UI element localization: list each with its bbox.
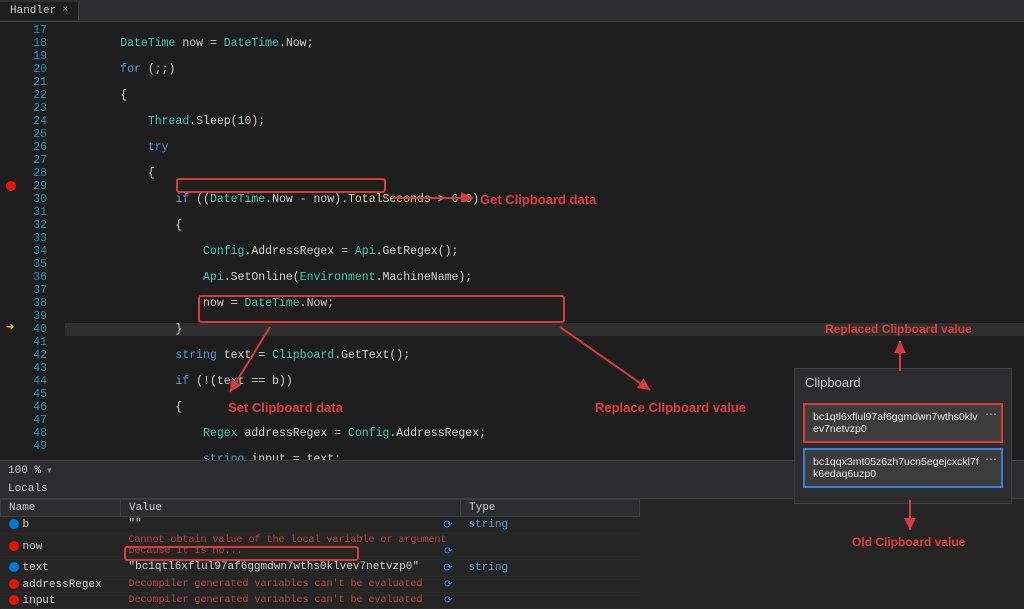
error-icon [9, 541, 19, 551]
line-number: 20 [0, 63, 47, 76]
tab-title: Handler [10, 5, 56, 17]
clipboard-entry-new[interactable]: bc1qtl6xflul97af6ggmdwn7wths0klvev7netvz… [803, 403, 1003, 443]
refresh-icon[interactable]: ⟳ [443, 561, 452, 575]
variable-name: input [23, 595, 56, 607]
line-number: 41 [0, 336, 47, 349]
line-number: 49 [0, 440, 47, 453]
zoom-dropdown-icon[interactable]: ▾ [47, 466, 52, 476]
line-number: 22 [0, 89, 47, 102]
line-number: 18 [0, 37, 47, 50]
line-number: 38 [0, 297, 47, 310]
line-number: 21 [0, 76, 47, 89]
breakpoint-icon[interactable] [6, 181, 16, 191]
line-number: 47 [0, 414, 47, 427]
variable-name: b [23, 519, 30, 531]
zoom-level[interactable]: 100 % [8, 465, 41, 477]
refresh-icon[interactable]: ⟳ [444, 595, 452, 607]
variable-value: Cannot obtain value of the local variabl… [121, 534, 461, 560]
line-number: 24 [0, 115, 47, 128]
refresh-icon[interactable]: ⟳ [444, 546, 452, 558]
more-icon[interactable]: ⋯ [985, 407, 997, 421]
table-row[interactable]: now Cannot obtain value of the local vari… [1, 534, 640, 560]
line-number: 31 [0, 206, 47, 219]
tab-handler[interactable]: Handler × [0, 2, 79, 20]
line-number: 36 [0, 271, 47, 284]
line-number: 35 [0, 258, 47, 271]
variable-value: ""⟳ [121, 517, 461, 534]
variable-value: "bc1qtl6xflul97af6ggmdwn7wths0klvev7netv… [121, 560, 461, 577]
line-number: 23 [0, 102, 47, 115]
variable-value: Decompiler generated variables can't be … [121, 577, 461, 593]
line-number: 45 [0, 388, 47, 401]
table-row[interactable]: addressRegexDecompiler generated variabl… [1, 577, 640, 593]
more-icon[interactable]: ⋯ [985, 452, 997, 466]
line-number: 44 [0, 375, 47, 388]
variable-type: string [461, 517, 640, 534]
line-number: 43 [0, 362, 47, 375]
line-number: 37 [0, 284, 47, 297]
variable-type [461, 577, 640, 593]
variable-name: now [23, 541, 43, 553]
table-row[interactable]: input Decompiler generated variables can'… [1, 593, 640, 609]
line-number: 30 [0, 193, 47, 206]
variable-value: Decompiler generated variables can't be … [121, 593, 461, 609]
error-icon [9, 595, 19, 605]
line-number: 33 [0, 232, 47, 245]
line-number: 27 [0, 154, 47, 167]
variable-icon [9, 519, 19, 529]
tab-bar: Handler × [0, 0, 1024, 22]
variable-name: text [23, 562, 49, 574]
variable-type [461, 534, 640, 560]
line-number: 28 [0, 167, 47, 180]
line-number: 34 [0, 245, 47, 258]
col-name[interactable]: Name [1, 500, 121, 517]
error-icon [9, 579, 19, 589]
clipboard-entry-old[interactable]: bc1qqx3mt05z6zh7ucn5egejcxckl7fk6edaq6uz… [803, 448, 1003, 488]
variable-icon [9, 562, 19, 572]
variable-type: string [461, 560, 640, 577]
line-number: 32 [0, 219, 47, 232]
line-number: 46 [0, 401, 47, 414]
close-icon[interactable]: × [62, 5, 68, 16]
variable-type [461, 593, 640, 609]
line-number: 26 [0, 141, 47, 154]
col-type[interactable]: Type [461, 500, 640, 517]
current-line-arrow-icon: ➔ [6, 322, 14, 334]
line-number: 17 [0, 24, 47, 37]
line-number: 25 [0, 128, 47, 141]
clipboard-title: Clipboard [795, 369, 1011, 398]
line-number: 48 [0, 427, 47, 440]
table-row[interactable]: text "bc1qtl6xflul97af6ggmdwn7wths0klvev7… [1, 560, 640, 577]
col-value[interactable]: Value [121, 500, 461, 517]
clipboard-panel: Clipboard bc1qtl6xflul97af6ggmdwn7wths0k… [794, 368, 1012, 504]
line-number: 19 [0, 50, 47, 63]
line-gutter: 1718192021222324252627282930313233343536… [0, 22, 65, 460]
refresh-icon[interactable]: ⟳ [443, 518, 452, 532]
table-row[interactable]: b ""⟳string [1, 517, 640, 534]
line-number: 42 [0, 349, 47, 362]
locals-table: Name Value Type b""⟳stringnowCannot obta… [0, 499, 640, 609]
